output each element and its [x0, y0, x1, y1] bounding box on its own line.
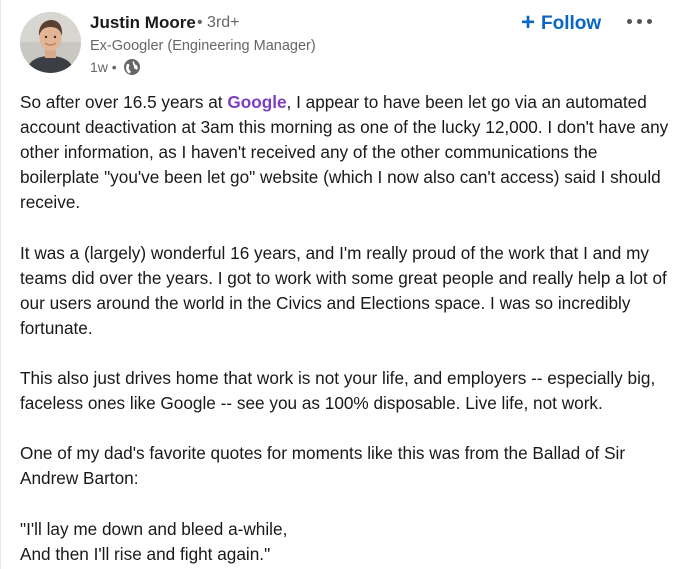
post-quote: "I'll lay me down and bleed a-while, And…	[20, 517, 670, 567]
post-paragraph-2: It was a (largely) wonderful 16 years, a…	[20, 242, 667, 338]
follow-label: Follow	[541, 13, 602, 34]
post-body: So after over 16.5 years at Google, I ap…	[20, 90, 670, 567]
connection-degree: • 3rd+	[197, 14, 240, 31]
follow-button[interactable]: + Follow	[517, 9, 605, 39]
avatar-image	[20, 12, 81, 73]
ellipsis-icon[interactable]	[621, 6, 657, 36]
post-paragraph-3: This also just drives home that work is …	[20, 368, 656, 414]
post-paragraph-1: So after over 16.5 years at Google, I ap…	[20, 92, 669, 213]
avatar[interactable]	[20, 12, 81, 73]
quote-line-2: And then I'll rise and fight again."	[20, 543, 271, 564]
author-headline: Ex-Googler (Engineering Manager)	[90, 38, 316, 54]
post-paragraph-4: One of my dad's favorite quotes for mome…	[20, 443, 626, 489]
post-meta: 1w •	[90, 58, 141, 76]
post-time: 1w •	[90, 59, 117, 75]
plus-icon: +	[521, 8, 536, 36]
globe-icon	[123, 58, 141, 76]
post-card: Justin Moore • 3rd+ Ex-Googler (Engineer…	[0, 0, 678, 569]
company-mention-link[interactable]: Google	[227, 92, 286, 112]
quote-line-1: "I'll lay me down and bleed a-while,	[20, 518, 288, 539]
author-name[interactable]: Justin Moore	[90, 13, 196, 33]
